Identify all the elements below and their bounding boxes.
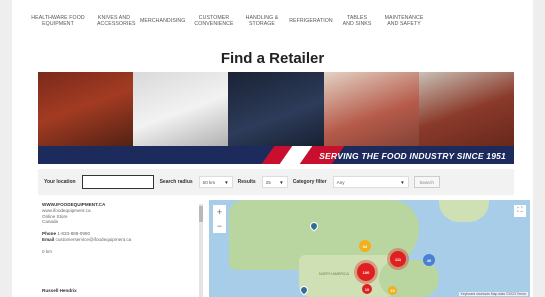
zoom-out-icon[interactable]: − bbox=[217, 221, 222, 231]
list-item[interactable]: WWW.IFOODEQUIPMENT.CA www.ifoodequipment… bbox=[42, 202, 131, 255]
map-cluster[interactable]: 100 bbox=[357, 263, 375, 281]
zoom-in-icon[interactable]: + bbox=[217, 207, 222, 217]
retailer-email[interactable]: customerservice@ifoodequipment.ca bbox=[56, 237, 132, 242]
nav-item-merchandising[interactable]: Merchandising bbox=[140, 18, 185, 24]
map-region-label: NORTH AMERICA bbox=[319, 272, 349, 276]
location-label: Your location bbox=[44, 179, 76, 185]
cluster-count: 10 bbox=[364, 286, 370, 292]
nav-item-customer-convenience[interactable]: Customer Convenience bbox=[193, 15, 235, 27]
search-button[interactable]: Search bbox=[413, 176, 440, 188]
cluster-count: 111 bbox=[394, 256, 402, 262]
results-value: 25 bbox=[265, 179, 271, 185]
chevron-down-icon: ▼ bbox=[279, 179, 284, 185]
nav-item-refrigeration[interactable]: Refrigeration bbox=[289, 18, 333, 24]
map-land-greenland bbox=[439, 200, 489, 222]
nav-item-knives[interactable]: Knives and Accessories bbox=[97, 15, 135, 27]
list-item[interactable]: Russell Hendrix bbox=[42, 288, 77, 294]
list-scrollbar[interactable] bbox=[199, 204, 203, 297]
main-nav: Healthware Food Equipment Knives and Acc… bbox=[12, 0, 533, 42]
banner-tagline: SERVING THE FOOD INDUSTRY SINCE 1951 bbox=[319, 151, 506, 161]
retailer-map[interactable]: NORTH AMERICA + − ⛶ 62 100 111 10 40 10 … bbox=[209, 200, 530, 297]
results-label: Results bbox=[237, 179, 256, 185]
cluster-count: 10 bbox=[390, 288, 395, 293]
nav-item-tables-sinks[interactable]: Tables and Sinks bbox=[342, 15, 372, 27]
cluster-count: 40 bbox=[426, 257, 432, 263]
radius-select[interactable]: 50 km ▼ bbox=[198, 176, 233, 188]
retailer-phone[interactable]: 1-833-888-0990 bbox=[57, 231, 90, 236]
cluster-count: 62 bbox=[362, 243, 368, 249]
radius-value: 50 km bbox=[202, 179, 216, 185]
fullscreen-icon[interactable]: ⛶ bbox=[514, 205, 526, 217]
retailer-distance: 0 km bbox=[42, 248, 52, 254]
map-cluster[interactable]: 111 bbox=[390, 251, 406, 267]
cluster-count: 100 bbox=[362, 269, 370, 275]
hero-banner: SERVING THE FOOD INDUSTRY SINCE 1951 bbox=[38, 72, 514, 164]
nav-item-maintenance-safety[interactable]: Maintenance and Safety bbox=[381, 15, 427, 27]
chevron-down-icon: ▼ bbox=[400, 179, 405, 185]
results-select[interactable]: 25 ▼ bbox=[261, 176, 288, 188]
location-input[interactable] bbox=[81, 175, 154, 189]
page-title: Find a Retailer bbox=[220, 50, 325, 67]
map-cluster[interactable]: 40 bbox=[423, 254, 435, 266]
category-value: Any bbox=[336, 179, 345, 185]
map-cluster[interactable]: 10 bbox=[362, 284, 372, 294]
phone-label: Phone bbox=[42, 231, 57, 237]
map-cluster[interactable]: 10 bbox=[388, 286, 397, 295]
category-select[interactable]: Any ▼ bbox=[332, 176, 409, 188]
nav-item-food-equipment[interactable]: Healthware Food Equipment bbox=[28, 15, 88, 27]
category-label: Category filter bbox=[292, 179, 327, 185]
radius-label: Search radius bbox=[159, 179, 193, 185]
page: Healthware Food Equipment Knives and Acc… bbox=[12, 0, 533, 297]
retailer-email-row: Email customerservice@ifoodequipment.ca bbox=[42, 237, 131, 243]
nav-item-handling-storage[interactable]: Handling & Storage bbox=[244, 15, 280, 27]
retailer-list: WWW.IFOODEQUIPMENT.CA www.ifoodequipment… bbox=[38, 200, 198, 297]
chevron-down-icon: ▼ bbox=[224, 179, 229, 185]
scrollbar-thumb[interactable] bbox=[199, 206, 203, 222]
zoom-controls: + − bbox=[213, 205, 226, 233]
map-cluster[interactable]: 62 bbox=[359, 240, 371, 252]
search-filters: Your location Search radius 50 km ▼ Resu… bbox=[38, 169, 514, 195]
retailer-name: Russell Hendrix bbox=[42, 288, 77, 293]
map-footer[interactable]: Keyboard shortcuts Map data ©2023 Terms bbox=[458, 292, 528, 296]
email-label: Email bbox=[42, 236, 55, 242]
